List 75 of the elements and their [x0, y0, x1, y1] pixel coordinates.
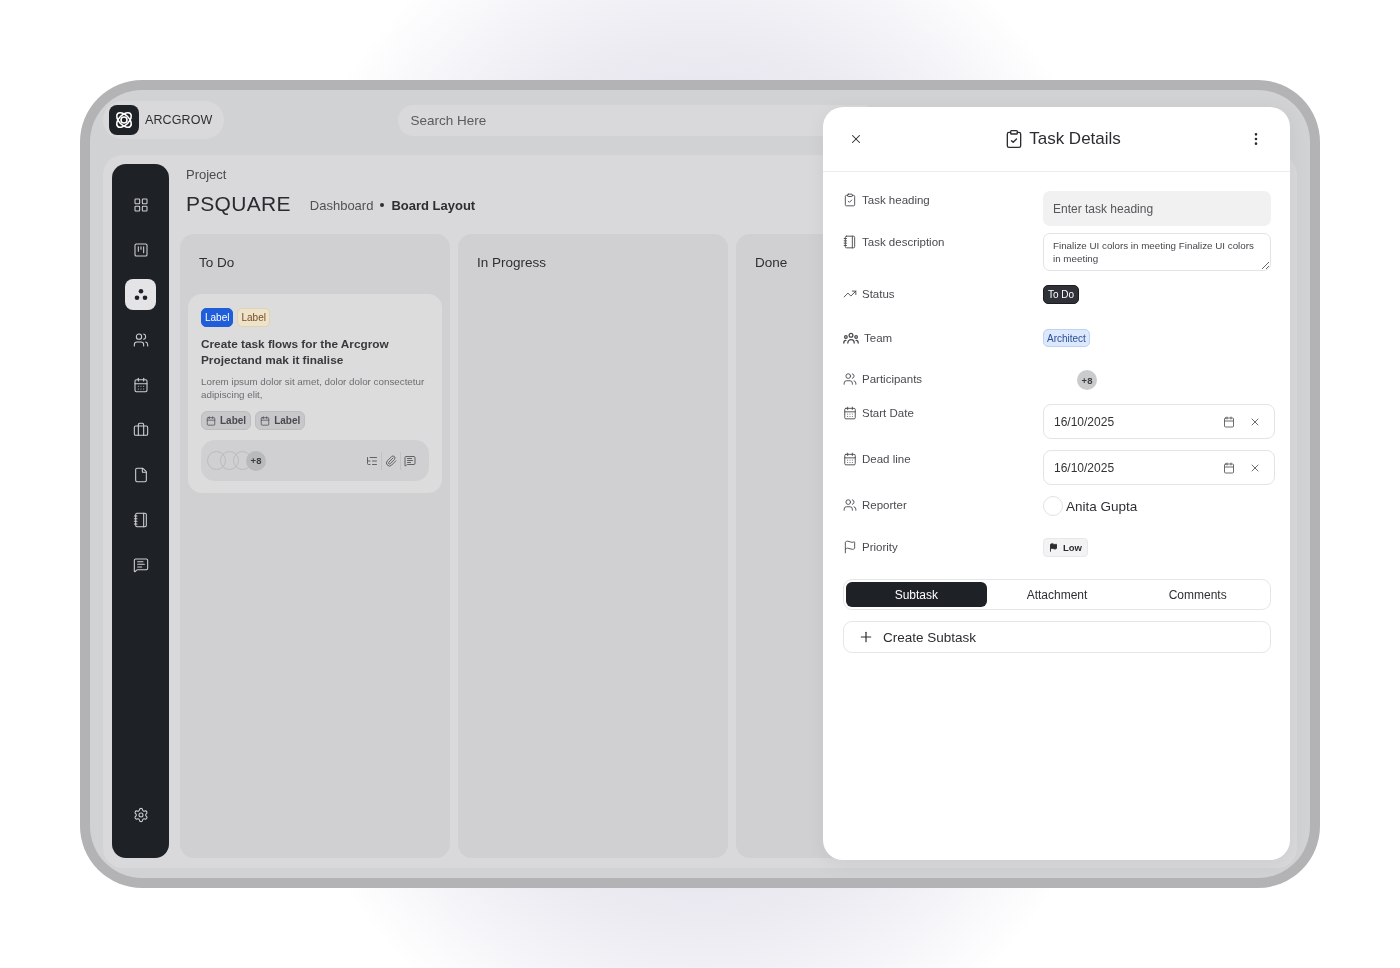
tab[interactable]: Comments [1127, 582, 1268, 607]
logo-icon [109, 105, 139, 135]
label-tag: Label [237, 308, 270, 327]
calendar-icon [132, 376, 149, 393]
file-icon [132, 466, 149, 483]
breadcrumb-link[interactable]: Dashboard [309, 197, 374, 213]
breadcrumb-link[interactable]: Board Layout [391, 197, 476, 213]
plus-icon [858, 629, 874, 645]
field-label: Reporter [862, 498, 907, 511]
calendar-icon[interactable] [1223, 415, 1235, 428]
field-label: Task description [862, 235, 945, 248]
project-label: Project [186, 167, 227, 183]
field-label: Participants [862, 372, 923, 385]
calendar-icon [843, 405, 857, 420]
grid-icon [132, 196, 149, 213]
label-tag: Label [201, 308, 234, 327]
users-icon [132, 331, 149, 348]
calendar-icon [260, 415, 271, 426]
panel-title: Task Details [1029, 129, 1121, 149]
nav-button[interactable] [125, 279, 156, 310]
date-picker[interactable]: 16/10/2025 [1043, 404, 1275, 439]
project-title: PSQUARE [186, 192, 291, 216]
column-title: Done [755, 254, 788, 271]
calendar-icon [206, 415, 216, 426]
calendar-icon [843, 451, 857, 466]
team-badge[interactable]: Architect [1043, 329, 1090, 347]
brand-name: ARCGROW [145, 113, 213, 127]
settings-icon [132, 806, 149, 823]
reporter-name: Anita Gupta [1066, 498, 1138, 514]
card-title: Create task flows for the Arcgrow Projectand mak it finalise [201, 336, 390, 368]
field-label: Dead line [862, 452, 911, 465]
participant-count: +8 [1077, 370, 1097, 390]
kanban-icon [132, 241, 149, 258]
users-icon [843, 497, 857, 512]
date-picker[interactable]: 16/10/2025 [1043, 450, 1275, 485]
avatar-icon [1043, 496, 1063, 516]
message-icon [132, 556, 149, 573]
close-icon[interactable] [849, 132, 863, 146]
field-label: Priority [862, 540, 898, 553]
participant-count: +8 [246, 450, 266, 471]
users-icon [843, 371, 857, 386]
tab[interactable]: Subtask [846, 582, 987, 607]
subtask-icon[interactable] [366, 454, 378, 467]
field-label: Team [864, 331, 893, 344]
card-description: Lorem ipsum dolor sit amet, dolor dolor consectetur adipiscing elit, [201, 375, 426, 401]
comment-icon[interactable] [404, 454, 416, 467]
task-card[interactable]: Label Label Create task flows for the Arcgrow Projectand mak it finalise Lorem ipsum dolor sit amet, dolor dolor consectetur adipiscing elit, Label Label +8 [188, 294, 442, 493]
paperclip-icon[interactable] [385, 454, 397, 467]
status-badge[interactable]: To Do [1043, 285, 1080, 304]
group-icon [843, 331, 859, 344]
calendar-icon[interactable] [1223, 461, 1235, 474]
dots-icon [132, 286, 149, 303]
description-field[interactable]: Finalize UI colors in meeting Finalize UI colors in meeting [1043, 233, 1271, 271]
brand-pill[interactable]: ARCGROW [103, 101, 225, 139]
clipboard-check-icon [843, 192, 857, 207]
dot-icon [380, 203, 385, 207]
date-input[interactable]: 16/10/2025 [1054, 414, 1209, 429]
date-input[interactable]: 16/10/2025 [1054, 460, 1209, 475]
tag-label: Label [274, 415, 301, 426]
flag-icon [1049, 543, 1058, 552]
column-title: In Progress [477, 254, 547, 271]
field-label: Start Date [862, 406, 914, 419]
create-subtask-button[interactable]: Create Subtask [843, 621, 1271, 653]
field-label: Task heading [862, 193, 930, 206]
column-title: To Do [199, 254, 235, 271]
task-heading-field[interactable]: Enter task heading [1043, 191, 1271, 226]
field-label: Status [862, 287, 895, 300]
priority-tag[interactable]: Low [1043, 538, 1088, 557]
briefcase-icon [132, 421, 149, 438]
flag-icon [843, 539, 857, 554]
tab[interactable]: Attachment [986, 582, 1128, 607]
notebook-icon [132, 511, 149, 528]
priority-label: Low [1063, 542, 1082, 553]
notebook-icon [843, 234, 857, 249]
tag-label: Label [220, 415, 247, 426]
